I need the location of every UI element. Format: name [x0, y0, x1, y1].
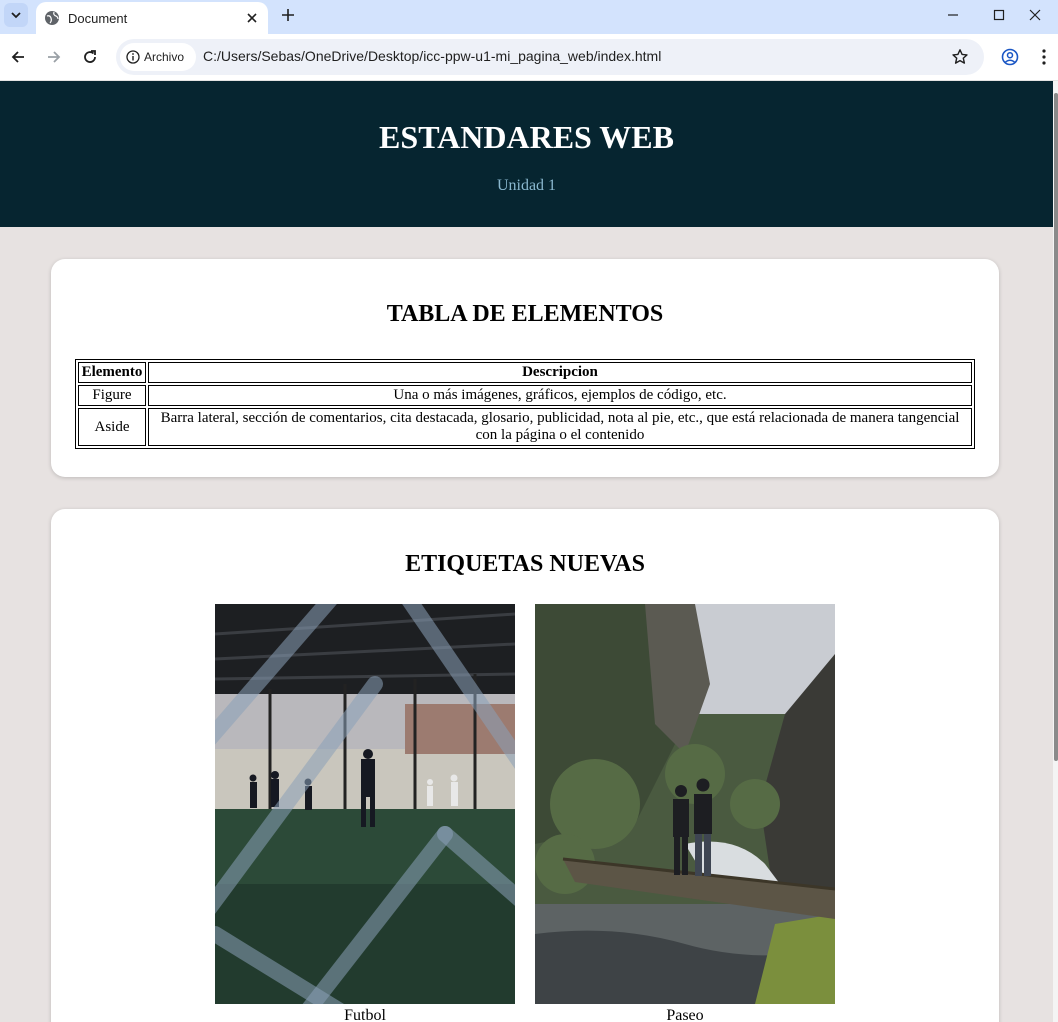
elements-table-section: TABLA DE ELEMENTOS Elemento Descripcion …	[51, 259, 999, 477]
table-cell: Barra lateral, sección de comentarios, c…	[148, 408, 972, 446]
page-subtitle: Unidad 1	[496, 177, 557, 194]
back-button[interactable]	[6, 45, 30, 69]
section-title: ETIQUETAS NUEVAS	[405, 551, 645, 577]
active-tab[interactable]: Document	[36, 2, 268, 34]
site-info-chip[interactable]: Archivo	[120, 43, 196, 71]
figure-futbol: Futbol	[215, 604, 515, 1022]
forward-button[interactable]	[42, 45, 66, 69]
scrollbar-thumb[interactable]	[1054, 93, 1058, 761]
bookmark-button[interactable]	[948, 45, 972, 69]
table-cell: Aside	[78, 408, 146, 446]
tab-search-button[interactable]	[4, 3, 28, 27]
figure-paseo: Paseo	[535, 604, 835, 1022]
globe-icon	[45, 11, 59, 25]
menu-button[interactable]	[1034, 45, 1054, 69]
column-header: Elemento	[78, 362, 146, 383]
star-icon	[952, 49, 968, 64]
table-cell: Una o más imágenes, gráficos, ejemplos d…	[148, 385, 972, 406]
new-tab-button[interactable]	[276, 3, 300, 27]
paseo-photo	[535, 604, 835, 1004]
table-header-row: Elemento Descripcion	[78, 362, 972, 383]
tab-strip: Document	[0, 0, 1058, 34]
table-cell: Figure	[78, 385, 146, 406]
close-icon	[247, 13, 257, 23]
arrow-right-icon	[48, 51, 61, 63]
profile-button[interactable]	[998, 45, 1022, 69]
futbol-photo	[215, 604, 515, 1004]
info-icon	[126, 50, 140, 64]
figure-caption: Paseo	[666, 1007, 704, 1022]
plus-icon	[282, 9, 294, 21]
table-row: Figure Una o más imágenes, gráficos, eje…	[78, 385, 972, 406]
minimize-button[interactable]	[930, 0, 976, 30]
close-tab-button[interactable]	[240, 6, 264, 30]
arrow-left-icon	[11, 51, 24, 63]
reload-button[interactable]	[78, 45, 102, 69]
account-icon	[1001, 48, 1019, 66]
figure-caption: Futbol	[344, 1007, 386, 1022]
section-title: TABLA DE ELEMENTOS	[386, 301, 664, 327]
elements-table: Elemento Descripcion Figure Una o más im…	[75, 359, 975, 449]
url-text[interactable]: C:/Users/Sebas/OneDrive/Desktop/icc-ppw-…	[203, 48, 661, 64]
window-close-button[interactable]	[1012, 0, 1058, 30]
page-viewport: ESTANDARES WEB Unidad 1 TABLA DE ELEMENT…	[0, 81, 1053, 1022]
browser-toolbar: Archivo C:/Users/Sebas/OneDrive/Desktop/…	[0, 34, 1058, 81]
site-info-label: Archivo	[144, 50, 185, 64]
minimize-icon	[948, 14, 958, 16]
figure-gallery: Futbol Paseo	[215, 604, 835, 1022]
address-bar[interactable]: Archivo C:/Users/Sebas/OneDrive/Desktop/…	[116, 39, 984, 75]
more-vert-icon	[1042, 49, 1046, 65]
new-tags-section: ETIQUETAS NUEVAS Futbol Paseo	[51, 509, 999, 1022]
chevron-down-icon	[11, 12, 21, 19]
maximize-icon	[993, 9, 1005, 21]
column-header: Descripcion	[148, 362, 972, 383]
vertical-scrollbar[interactable]	[1053, 81, 1058, 1022]
page-title: ESTANDARES WEB	[379, 119, 674, 155]
close-icon	[1029, 9, 1041, 21]
tab-title: Document	[68, 10, 128, 26]
site-header: ESTANDARES WEB Unidad 1	[0, 81, 1053, 227]
table-row: Aside Barra lateral, sección de comentar…	[78, 408, 972, 446]
reload-icon	[84, 50, 96, 63]
